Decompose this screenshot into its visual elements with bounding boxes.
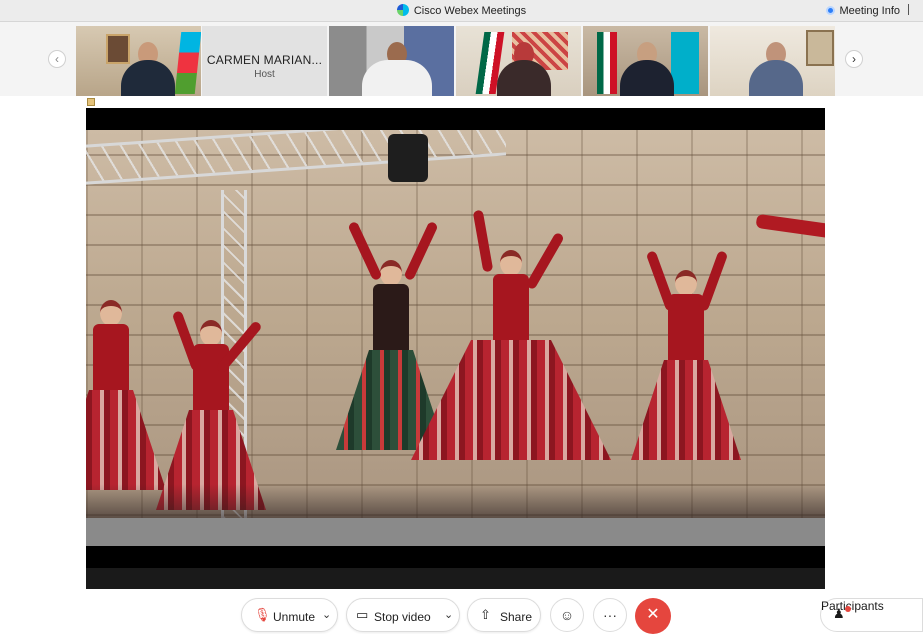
participant-strip: ‹ CARMEN MARIAN... Host › <box>0 22 923 96</box>
more-options-button[interactable]: ··· <box>593 598 627 632</box>
participant-role: Host <box>254 69 275 80</box>
share-icon: ⇧ <box>480 607 491 622</box>
active-speaker-video[interactable] <box>86 108 825 589</box>
share-button[interactable]: ⇧ Share <box>467 598 541 632</box>
flag <box>671 32 699 94</box>
title-bar: Cisco Webex Meetings Meeting Info <box>0 0 923 22</box>
participants-button[interactable]: ♟ Participants <box>820 598 923 632</box>
dancer <box>336 220 446 520</box>
dancer <box>626 250 746 510</box>
chevron-down-icon[interactable]: ⌄ <box>322 608 331 621</box>
participant-video-tile[interactable] <box>710 26 835 96</box>
video-header <box>86 96 825 108</box>
stage-light <box>388 134 428 182</box>
reactions-button[interactable]: ☺ <box>550 598 584 632</box>
participant-video-tile[interactable] <box>456 26 581 96</box>
camera-icon: ▭ <box>356 607 369 622</box>
dancer <box>86 300 166 500</box>
microphone-muted-icon: 🎙 <box>254 607 271 622</box>
participant-host-tile[interactable]: CARMEN MARIAN... Host <box>202 26 327 96</box>
stop-video-button[interactable]: ▭ Stop video ⌄ <box>346 598 460 632</box>
stage-floor <box>86 518 825 546</box>
window-title: Cisco Webex Meetings <box>0 4 923 17</box>
end-meeting-button[interactable]: ✕ <box>635 598 671 634</box>
unmute-button[interactable]: 🎙 Unmute ⌄ <box>241 598 338 632</box>
more-icon: ··· <box>603 607 617 623</box>
chevron-left-icon: ‹ <box>55 52 59 66</box>
smiley-icon: ☺ <box>559 607 575 623</box>
participant-video-tile[interactable] <box>583 26 708 96</box>
chevron-down-icon[interactable]: ⌄ <box>444 608 453 621</box>
video-frame <box>86 130 825 546</box>
participant-video-tile[interactable] <box>329 26 454 96</box>
portrait-frame <box>106 34 130 64</box>
info-icon <box>826 6 836 15</box>
chevron-right-icon: › <box>852 52 856 66</box>
participant-video-tile[interactable] <box>76 26 201 96</box>
close-icon: ✕ <box>646 606 660 623</box>
person-icon: ♟ <box>833 606 845 621</box>
strip-prev-button[interactable]: ‹ <box>48 50 66 68</box>
meeting-info-button[interactable]: Meeting Info <box>826 4 909 17</box>
participant-name: CARMEN MARIAN... <box>206 53 323 67</box>
flag <box>597 32 617 94</box>
webex-logo-icon <box>396 4 409 16</box>
meeting-controls: 🎙 Unmute ⌄ ▭ Stop video ⌄ ⇧ Share ☺ ··· … <box>0 596 923 634</box>
pin-icon[interactable] <box>87 98 95 106</box>
notification-dot <box>845 606 851 612</box>
strip-next-button[interactable]: › <box>845 50 863 68</box>
